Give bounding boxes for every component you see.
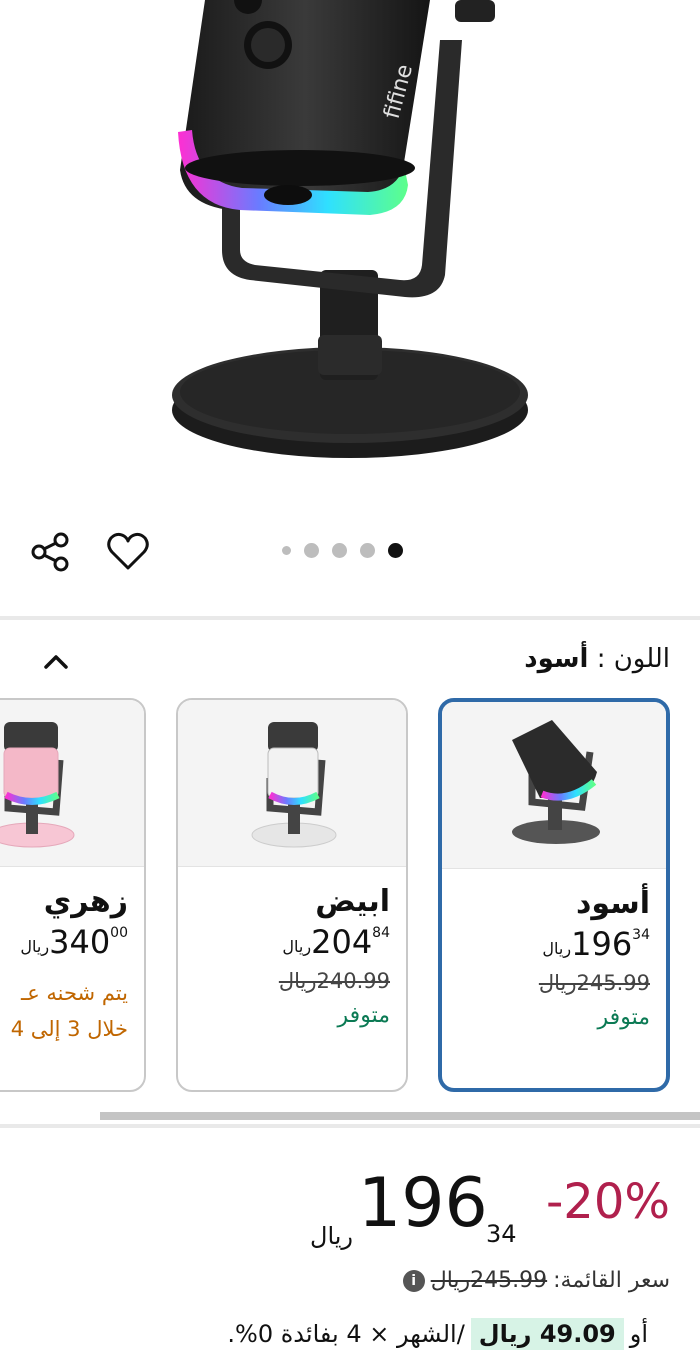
price-decimal: 34	[486, 1220, 517, 1248]
divider	[0, 616, 700, 620]
info-icon[interactable]: i	[402, 1269, 425, 1292]
variant-price: ريال 340 00	[0, 923, 128, 961]
price-block: -20% ريال 196 34	[0, 1164, 700, 1250]
pagination-dot[interactable]	[304, 542, 319, 558]
variant-header[interactable]: اللون : أسود	[0, 630, 700, 690]
variant-card-pink[interactable]: زهري ريال 340 00 يتم شحنه عـ خلال 3 إلى …	[0, 698, 146, 1092]
divider	[0, 1124, 700, 1128]
variant-image	[178, 700, 406, 867]
discount-badge: -20%	[545, 1174, 670, 1230]
price-integer: 204	[311, 923, 373, 961]
shipping-line: خلال 3 إلى 4	[10, 1017, 128, 1041]
variant-name: ابيض	[315, 884, 390, 919]
variant-card-white[interactable]: ابيض ريال 204 84 240.99ريال متوفر	[176, 698, 408, 1092]
list-price-row: سعر القائمة: 245.99ريال i	[402, 1268, 670, 1293]
gallery-pagination	[282, 542, 403, 558]
share-icon[interactable]	[26, 528, 74, 576]
price-decimal: 84	[372, 925, 390, 941]
variant-carousel[interactable]: أسود ريال 196 34 245.99ريال متوفر ابيض ر…	[0, 698, 700, 1098]
price-decimal: 34	[632, 927, 650, 943]
product-image[interactable]: fifine	[0, 0, 700, 500]
price-integer: 340	[49, 923, 111, 961]
stock-status: متوفر	[337, 1003, 390, 1028]
variant-card-black[interactable]: أسود ريال 196 34 245.99ريال متوفر	[438, 698, 670, 1092]
pagination-dot[interactable]	[282, 545, 291, 555]
color-label-text: اللون :	[596, 644, 670, 674]
installment-text: /الشهر × 4 بفائدة 0%.	[227, 1320, 465, 1348]
installment-row[interactable]: أو 49.09 ريال /الشهر × 4 بفائدة 0%.	[227, 1318, 648, 1350]
installment-prefix: أو	[629, 1320, 648, 1348]
color-label: اللون : أسود	[524, 644, 670, 674]
selected-color: أسود	[524, 644, 589, 674]
variant-list-price: 240.99ريال	[278, 969, 390, 993]
currency-label: ريال	[542, 939, 572, 958]
heart-icon[interactable]	[104, 528, 152, 576]
price-integer: 196	[571, 925, 633, 963]
variant-price: ريال 196 34	[458, 925, 650, 963]
installment-amount: 49.09 ريال	[470, 1318, 624, 1350]
currency-label: ريال	[20, 937, 50, 956]
variant-list-price: 245.99ريال	[538, 971, 650, 995]
currency-label: ريال	[282, 937, 312, 956]
price-decimal: 00	[110, 925, 128, 941]
price-integer: 196	[358, 1164, 488, 1243]
variant-name: أسود	[576, 886, 650, 921]
stock-status: متوفر	[597, 1005, 650, 1030]
shipping-line: يتم شحنه عـ	[21, 981, 128, 1005]
carousel-scrollbar[interactable]	[100, 1112, 700, 1120]
variant-price: ريال 204 84	[194, 923, 390, 961]
shipping-note: يتم شحنه عـ خلال 3 إلى 4	[0, 975, 128, 1047]
list-price-label: سعر القائمة:	[553, 1268, 670, 1293]
variant-image	[0, 700, 144, 867]
variant-image	[442, 702, 666, 869]
pagination-dot-active[interactable]	[388, 542, 403, 558]
list-price: 245.99ريال	[430, 1268, 548, 1293]
image-actions	[0, 510, 700, 590]
chevron-up-icon[interactable]	[38, 644, 74, 680]
pagination-dot[interactable]	[360, 542, 375, 558]
variant-name: زهري	[43, 884, 128, 919]
pagination-dot[interactable]	[332, 542, 347, 558]
currency-label: ريال	[310, 1222, 354, 1250]
